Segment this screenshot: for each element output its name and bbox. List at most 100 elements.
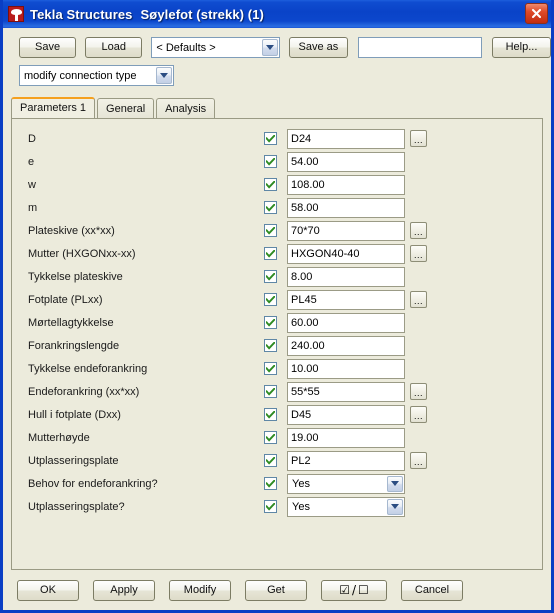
parameter-row: Mørtellagtykkelse 60.00 xyxy=(12,311,542,334)
parameter-label: Endeforankring (xx*xx) xyxy=(28,385,140,398)
toggle-all-checkboxes-button[interactable]: ☑ / ☐ xyxy=(321,579,387,601)
parameter-row: Behov for endeforankring? Yes xyxy=(12,472,542,495)
parameter-input[interactable]: 58.00 xyxy=(287,197,405,218)
attribute-file-select[interactable]: < Defaults > xyxy=(151,37,280,58)
attribute-toolbar: Save Load < Defaults > Save as Help... m… xyxy=(3,28,552,93)
parameter-input[interactable]: 240.00 xyxy=(287,335,405,356)
parameters-panel: D D24... e 54.00 w 108.00 m 58.00 Plateskive (xx… xyxy=(11,118,543,570)
browse-spacer xyxy=(410,475,427,492)
browse-spacer xyxy=(410,199,427,216)
parameter-input[interactable]: 70*70 xyxy=(287,220,405,241)
parameter-checkbox[interactable] xyxy=(264,362,277,375)
parameter-checkbox[interactable] xyxy=(264,385,277,398)
parameter-checkbox[interactable] xyxy=(264,408,277,421)
parameter-checkbox[interactable] xyxy=(264,316,277,329)
parameter-input[interactable]: 10.00 xyxy=(287,358,405,379)
parameter-checkbox[interactable] xyxy=(264,247,277,260)
browse-button[interactable]: ... xyxy=(410,222,427,239)
browse-spacer xyxy=(410,314,427,331)
parameter-row: Utplasseringsplate? Yes xyxy=(12,495,542,518)
parameter-input[interactable]: 55*55 xyxy=(287,381,405,402)
ok-button[interactable]: OK xyxy=(17,579,79,601)
browse-button[interactable]: ... xyxy=(410,291,427,308)
close-button[interactable] xyxy=(525,3,548,24)
checkmark-icon xyxy=(266,479,275,488)
parameter-checkbox[interactable] xyxy=(264,431,277,444)
parameter-input[interactable]: 8.00 xyxy=(287,266,405,287)
attribute-file-value: < Defaults > xyxy=(156,41,216,54)
parameter-checkbox[interactable] xyxy=(264,201,277,214)
checkmark-icon xyxy=(266,433,275,442)
apply-button[interactable]: Apply xyxy=(93,579,155,601)
tab-parameters-1[interactable]: Parameters 1 xyxy=(11,97,96,118)
toggle-separator: / xyxy=(351,583,357,597)
chevron-down-icon[interactable] xyxy=(387,475,403,492)
parameter-input[interactable]: D24 xyxy=(287,128,405,149)
parameter-row: Endeforankring (xx*xx) 55*55... xyxy=(12,380,542,403)
parameter-label: Utplasseringsplate xyxy=(28,454,119,467)
parameter-label: Mutterhøyde xyxy=(28,431,90,444)
parameter-checkbox[interactable] xyxy=(264,224,277,237)
help-button[interactable]: Help... xyxy=(491,37,552,58)
parameter-input[interactable]: 60.00 xyxy=(287,312,405,333)
checkmark-icon xyxy=(266,364,275,373)
parameter-checkbox[interactable] xyxy=(264,477,277,490)
browse-spacer xyxy=(410,337,427,354)
checkmark-icon xyxy=(266,341,275,350)
parameter-checkbox[interactable] xyxy=(264,339,277,352)
parameter-select[interactable]: Yes xyxy=(287,473,405,494)
browse-spacer xyxy=(410,153,427,170)
parameter-row: Hull i fotplate (Dxx) D45... xyxy=(12,403,542,426)
parameter-row: Plateskive (xx*xx) 70*70... xyxy=(12,219,542,242)
tab-general[interactable]: General xyxy=(97,98,155,118)
checkmark-icon xyxy=(266,157,275,166)
checkmark-icon xyxy=(266,272,275,281)
browse-button[interactable]: ... xyxy=(410,383,427,400)
parameter-select[interactable]: Yes xyxy=(287,496,405,517)
parameter-input[interactable]: 108.00 xyxy=(287,174,405,195)
save-as-input[interactable] xyxy=(357,37,482,58)
toolbar-row-mode: modify connection type xyxy=(3,65,551,86)
load-button[interactable]: Load xyxy=(85,37,143,58)
dialog-footer: OK Apply Modify Get ☑ / ☐ Cancel xyxy=(3,570,551,610)
parameter-row: Fotplate (PLxx) PL45... xyxy=(12,288,542,311)
parameter-checkbox[interactable] xyxy=(264,454,277,467)
tab-analysis[interactable]: Analysis xyxy=(156,98,216,118)
parameter-checkbox[interactable] xyxy=(264,500,277,513)
save-button[interactable]: Save xyxy=(19,37,77,58)
document-title: Søylefot (strekk) (1) xyxy=(140,6,264,22)
browse-button[interactable]: ... xyxy=(410,130,427,147)
browse-button[interactable]: ... xyxy=(410,452,427,469)
browse-spacer xyxy=(410,498,427,515)
chevron-down-icon[interactable] xyxy=(156,67,172,84)
parameter-label: Fotplate (PLxx) xyxy=(28,293,103,306)
parameter-input[interactable]: D45 xyxy=(287,404,405,425)
browse-button[interactable]: ... xyxy=(410,245,427,262)
parameter-input[interactable]: HXGON40-40 xyxy=(287,243,405,264)
parameter-label: e xyxy=(28,155,35,168)
parameter-checkbox[interactable] xyxy=(264,270,277,283)
parameter-input[interactable]: PL2 xyxy=(287,450,405,471)
parameter-input[interactable]: 19.00 xyxy=(287,427,405,448)
tekla-dialog-window: Tekla Structures Søylefot (strekk) (1) S… xyxy=(0,0,554,613)
parameter-checkbox[interactable] xyxy=(264,293,277,306)
cancel-button[interactable]: Cancel xyxy=(401,579,463,601)
modify-button[interactable]: Modify xyxy=(169,579,231,601)
parameter-checkbox[interactable] xyxy=(264,178,277,191)
browse-spacer xyxy=(410,176,427,193)
parameter-input[interactable]: PL45 xyxy=(287,289,405,310)
parameter-checkbox[interactable] xyxy=(264,155,277,168)
chevron-down-icon[interactable] xyxy=(387,498,403,515)
parameter-label: Utplasseringsplate? xyxy=(28,500,125,513)
save-as-button[interactable]: Save as xyxy=(288,37,348,58)
parameter-checkbox[interactable] xyxy=(264,132,277,145)
chevron-down-icon[interactable] xyxy=(261,39,278,56)
connection-mode-value: modify connection type xyxy=(24,69,137,82)
get-button[interactable]: Get xyxy=(245,579,307,601)
connection-mode-select[interactable]: modify connection type xyxy=(19,65,174,86)
parameter-row: Forankringslengde 240.00 xyxy=(12,334,542,357)
browse-spacer xyxy=(410,268,427,285)
parameter-label: Mørtellagtykkelse xyxy=(28,316,114,329)
parameter-input[interactable]: 54.00 xyxy=(287,151,405,172)
browse-button[interactable]: ... xyxy=(410,406,427,423)
